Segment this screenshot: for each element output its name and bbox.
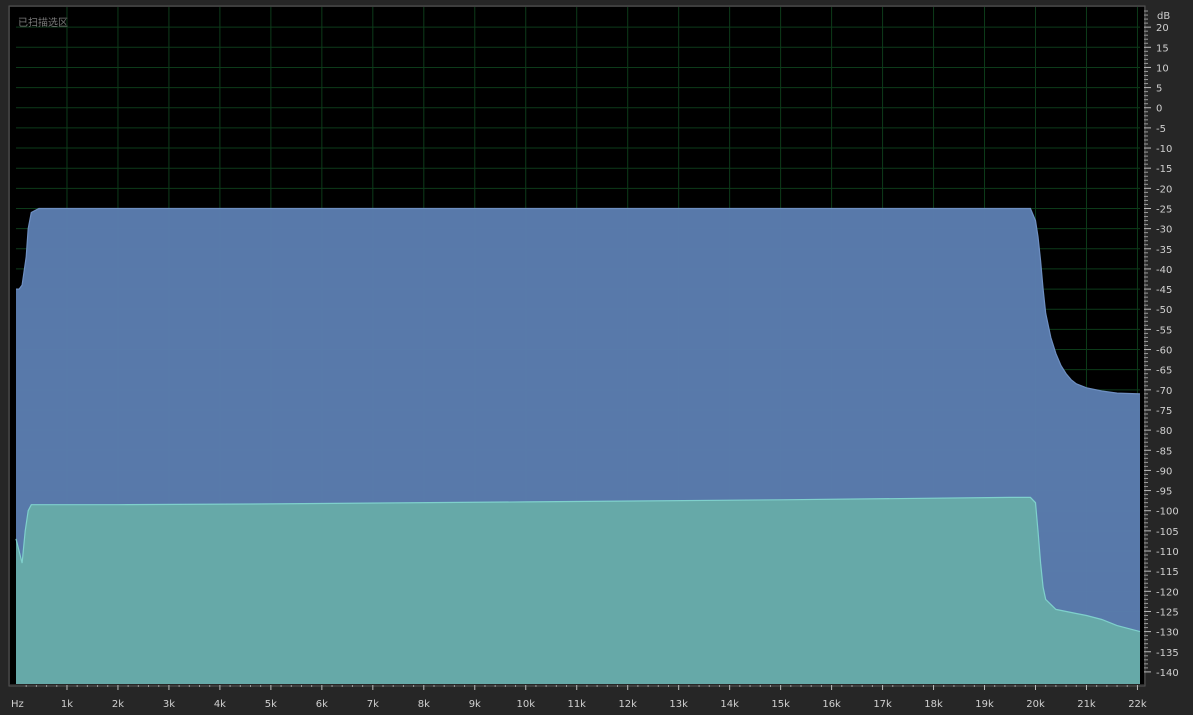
y-tick-label: -135 <box>1156 648 1179 659</box>
y-tick-label: -75 <box>1156 406 1172 417</box>
y-tick-label: -30 <box>1156 225 1172 236</box>
x-tick-label: 16k <box>822 699 841 710</box>
x-tick-label: 6k <box>316 699 328 710</box>
y-tick-label: 20 <box>1156 23 1169 34</box>
y-tick-label: 5 <box>1156 84 1162 95</box>
spectrum-area-2 <box>16 497 1140 684</box>
y-tick-label: 0 <box>1156 104 1162 115</box>
y-tick-label: -110 <box>1156 547 1179 558</box>
x-tick-label: 18k <box>924 699 943 710</box>
x-tick-label: 7k <box>367 699 379 710</box>
x-tick-label: 20k <box>1026 699 1045 710</box>
x-tick-label: 8k <box>418 699 430 710</box>
y-tick-label: -115 <box>1156 567 1179 578</box>
x-tick-label: 1k <box>61 699 73 710</box>
frequency-analysis-chart: 已扫描选区 1k 2k 3k 4k 5k 6k 7k 8k 9k 10k 11k 12k 13k 14k 1… <box>0 0 1193 715</box>
spectrum-series <box>15 207 1141 684</box>
x-tick-label: 15k <box>771 699 790 710</box>
y-tick-label: -85 <box>1156 446 1172 457</box>
x-tick-label: 17k <box>873 699 892 710</box>
y-tick-label: 15 <box>1156 43 1169 54</box>
y-tick-label: -90 <box>1156 466 1172 477</box>
y-tick-label: -50 <box>1156 305 1172 316</box>
x-tick-label: 9k <box>469 699 481 710</box>
x-tick-label: 22k <box>1128 699 1147 710</box>
y-tick-label: -45 <box>1156 285 1172 296</box>
x-tick-label: 19k <box>975 699 994 710</box>
x-tick-label: 4k <box>214 699 226 710</box>
y-tick-label: -120 <box>1156 587 1179 598</box>
y-tick-label: -130 <box>1156 628 1179 639</box>
x-tick-label: 14k <box>720 699 739 710</box>
y-tick-label: -40 <box>1156 265 1172 276</box>
x-tick-label: 5k <box>265 699 277 710</box>
y-tick-label: -105 <box>1156 527 1179 538</box>
x-tick-label: 13k <box>669 699 688 710</box>
y-tick-label: -35 <box>1156 245 1172 256</box>
y-tick-label: -15 <box>1156 164 1172 175</box>
y-tick-label: -125 <box>1156 607 1179 618</box>
x-tick-label: 10k <box>516 699 535 710</box>
x-unit-label: Hz <box>11 699 24 710</box>
y-tick-label: -140 <box>1156 668 1179 679</box>
y-tick-label: -80 <box>1156 426 1172 437</box>
x-tick-label: 2k <box>112 699 124 710</box>
x-tick-label: 11k <box>567 699 586 710</box>
y-tick-label: -100 <box>1156 507 1179 518</box>
y-tick-label: -10 <box>1156 144 1172 155</box>
x-tick-label: 21k <box>1077 699 1096 710</box>
status-text: 已扫描选区 <box>18 16 68 29</box>
y-tick-label: -65 <box>1156 366 1172 377</box>
y-tick-label: 10 <box>1156 63 1169 74</box>
x-tick-label: 12k <box>618 699 637 710</box>
y-tick-label: -20 <box>1156 184 1172 195</box>
x-tick-label: 3k <box>163 699 175 710</box>
y-tick-label: -70 <box>1156 386 1172 397</box>
y-unit-label: dB <box>1157 11 1170 22</box>
y-tick-label: -95 <box>1156 487 1172 498</box>
y-tick-label: -55 <box>1156 325 1172 336</box>
y-tick-label: -25 <box>1156 204 1172 215</box>
y-tick-label: -5 <box>1156 124 1166 135</box>
y-tick-label: -60 <box>1156 346 1172 357</box>
